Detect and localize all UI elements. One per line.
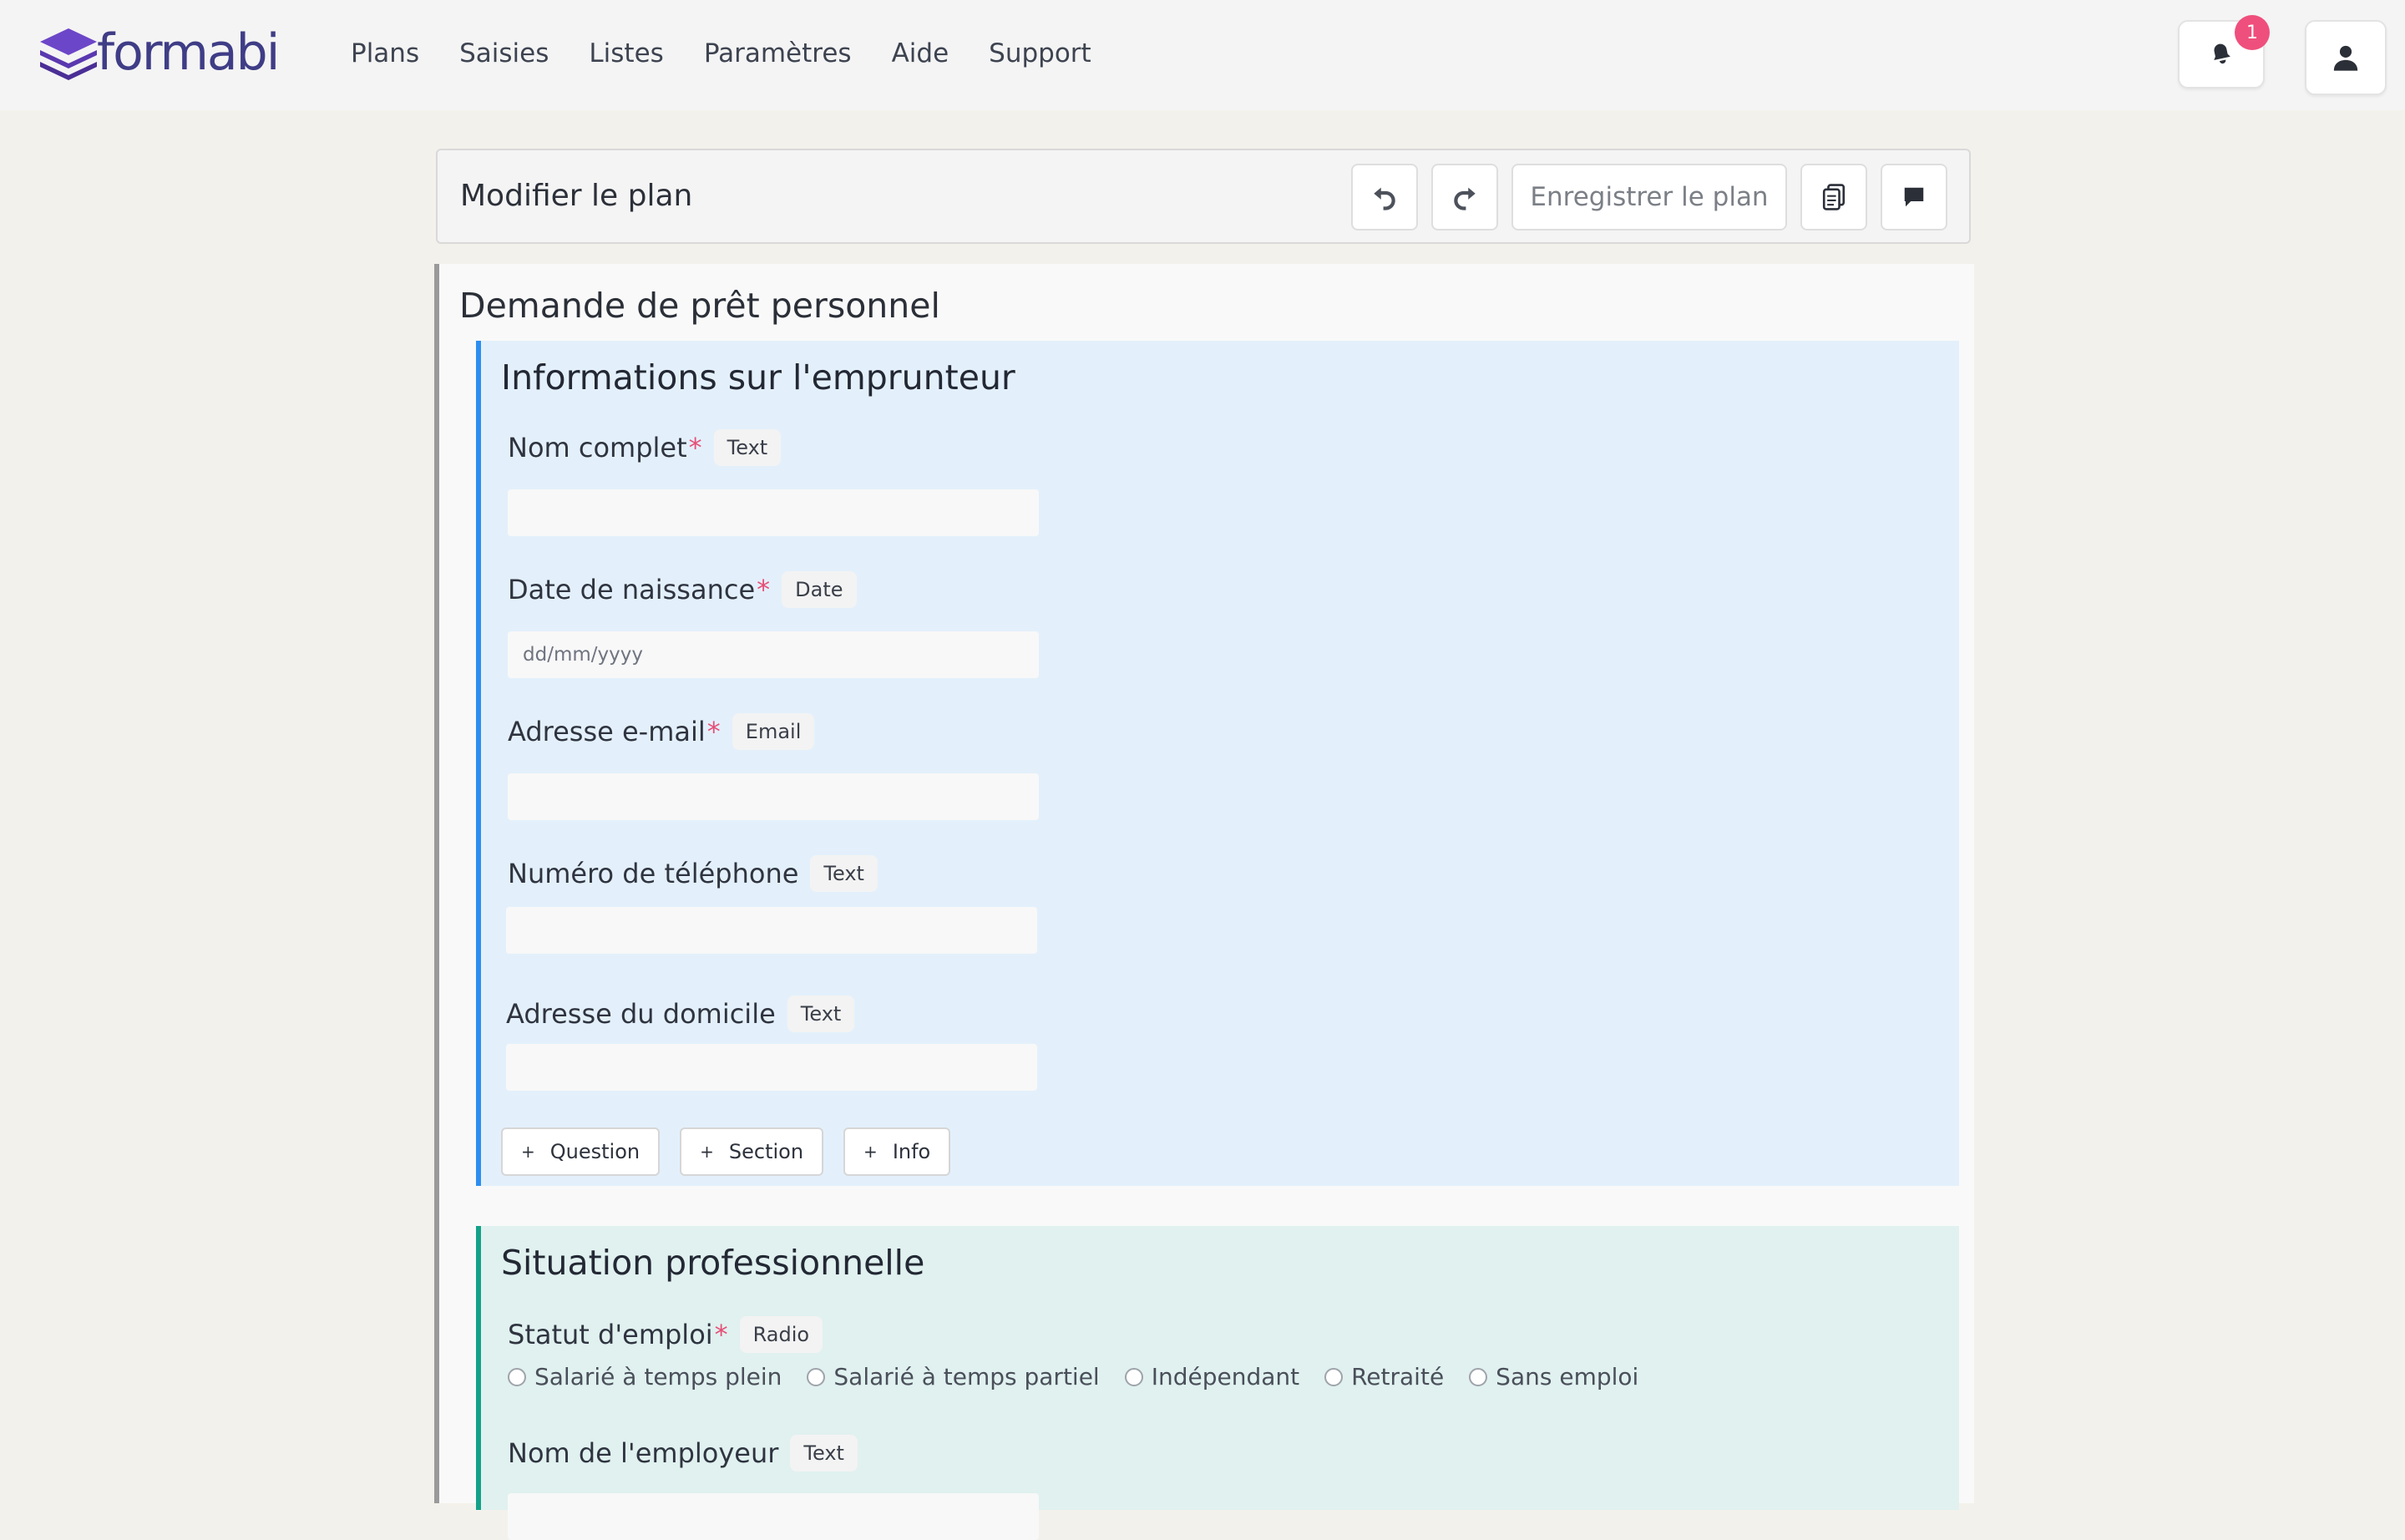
required-marker: * [757,574,771,605]
radio-option[interactable]: Indépendant [1124,1363,1300,1391]
redo-button[interactable] [1431,164,1498,230]
radio-option[interactable]: Retraité [1324,1363,1444,1391]
add-section-label: Section [728,1140,804,1163]
radio-circle[interactable] [1469,1367,1488,1386]
page-title: Modifier le plan [460,179,693,213]
phone-field[interactable] [506,907,1037,954]
add-section-button[interactable]: + Section [680,1127,824,1176]
radio-label: Indépendant [1151,1363,1300,1391]
radio-circle[interactable] [1124,1367,1143,1386]
user-menu-button[interactable] [2305,20,2387,95]
add-question-label: Question [549,1140,640,1163]
editor-toolbar: Modifier le plan Enregistrer le plan [436,149,1971,244]
required-marker: * [714,1319,728,1350]
form-title[interactable]: Demande de prêt personnel [459,279,940,332]
question-phone[interactable]: Numéro de téléphone Text [508,855,878,892]
birth-date-field[interactable]: dd/mm/yyyy [508,631,1039,678]
section-title[interactable]: Situation professionnelle [501,1239,924,1286]
type-tag: Text [787,995,855,1032]
radio-label: Sans emploi [1496,1363,1639,1391]
main-nav: Plans Saisies Listes Paramètres Aide Sup… [351,33,1091,73]
question-label: Adresse e-mail [508,716,706,747]
employment-status-options: Salarié à temps plein Salarié à temps pa… [508,1363,1638,1391]
type-tag: Text [713,429,782,466]
form-canvas: Demande de prêt personnel Informations s… [434,264,1974,1540]
comments-button[interactable] [1881,164,1947,230]
plus-icon: + [863,1142,878,1162]
section-title[interactable]: Informations sur l'emprunteur [501,354,1015,401]
plus-icon: + [521,1142,535,1162]
question-employment-status[interactable]: Statut d'emploi* Radio [508,1316,823,1353]
radio-label: Retraité [1351,1363,1445,1391]
add-question-button[interactable]: + Question [501,1127,661,1176]
nav-item-support[interactable]: Support [989,33,1091,73]
section-employment[interactable]: Situation professionnelle Statut d'emplo… [476,1226,1959,1540]
required-marker: * [706,716,721,747]
add-info-label: Info [892,1140,931,1163]
question-birth-date[interactable]: Date de naissance* Date [508,571,857,608]
radio-label: Salarié à temps plein [534,1363,782,1391]
email-field[interactable] [508,773,1039,820]
save-plan-button[interactable]: Enregistrer le plan [1511,164,1787,230]
nav-item-plans[interactable]: Plans [351,33,419,73]
radio-circle[interactable] [1324,1367,1344,1386]
nav-item-parametres[interactable]: Paramètres [704,33,852,73]
plus-icon: + [700,1142,714,1162]
type-tag: Radio [739,1316,823,1353]
top-navbar: formabi Plans Saisies Listes Paramètres … [0,0,2405,110]
question-label: Date de naissance [508,574,756,605]
add-controls: + Question + Section + Info [501,1127,951,1176]
type-tag: Text [790,1435,858,1472]
question-label: Nom complet [508,432,687,464]
radio-circle[interactable] [807,1367,826,1386]
copy-icon [1822,184,1846,210]
add-info-button[interactable]: + Info [843,1127,951,1176]
question-label: Numéro de téléphone [508,858,799,889]
question-home-address[interactable]: Adresse du domicile Text [506,995,855,1032]
radio-option[interactable]: Salarié à temps plein [508,1363,782,1391]
nav-item-aide[interactable]: Aide [892,33,949,73]
logo-icon [40,28,97,80]
question-label: Adresse du domicile [506,998,776,1030]
notification-count-badge: 1 [2235,15,2270,50]
required-marker: * [688,432,702,464]
radio-circle[interactable] [508,1367,526,1386]
question-employer-name[interactable]: Nom de l'employeur Text [508,1435,858,1472]
undo-button[interactable] [1351,164,1418,230]
redo-icon [1454,187,1476,210]
nav-item-saisies[interactable]: Saisies [459,33,549,73]
radio-option[interactable]: Sans emploi [1469,1363,1638,1391]
question-full-name[interactable]: Nom complet* Text [508,429,782,466]
type-tag: Email [732,713,815,750]
chat-icon [1904,187,1924,207]
question-label: Statut d'emploi [508,1319,713,1350]
employer-name-field[interactable] [508,1493,1039,1540]
radio-option[interactable]: Salarié à temps partiel [807,1363,1100,1391]
type-tag: Date [782,571,857,608]
full-name-field[interactable] [508,489,1039,536]
nav-item-listes[interactable]: Listes [589,33,663,73]
user-icon [2333,45,2358,71]
copy-button[interactable] [1800,164,1867,230]
type-tag: Text [810,855,878,892]
brand-name: formabi [97,23,280,82]
question-email[interactable]: Adresse e-mail* Email [508,713,815,750]
brand-logo[interactable]: formabi [38,23,280,82]
home-address-field[interactable] [506,1044,1037,1091]
radio-label: Salarié à temps partiel [833,1363,1100,1391]
undo-icon [1374,187,1395,210]
bell-icon [2214,43,2230,64]
question-label: Nom de l'employeur [508,1437,779,1469]
